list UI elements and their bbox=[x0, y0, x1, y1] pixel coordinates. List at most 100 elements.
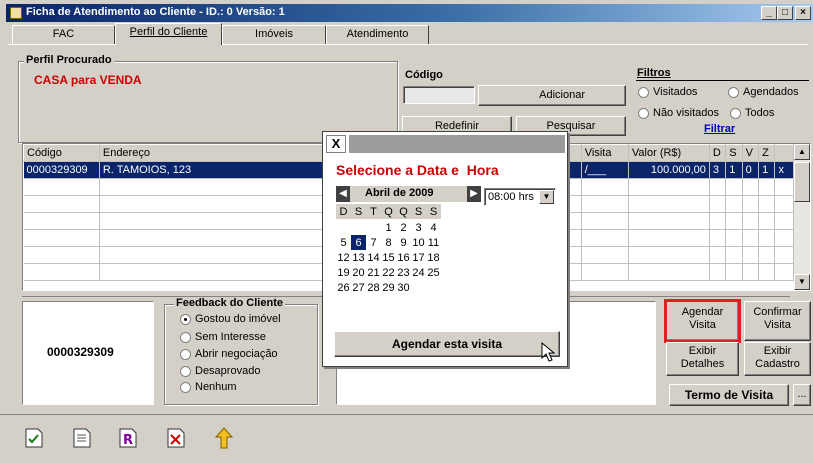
day-cell[interactable]: 9 bbox=[396, 235, 411, 250]
tab-atendimento[interactable]: Atendimento bbox=[326, 25, 429, 44]
scroll-up-icon[interactable]: ▲ bbox=[794, 144, 810, 160]
day-cell[interactable]: 3 bbox=[411, 220, 426, 235]
day-cell[interactable]: 21 bbox=[366, 265, 381, 280]
grid-scrollbar[interactable]: ▲ ▼ bbox=[794, 144, 810, 290]
day-cell[interactable] bbox=[366, 220, 381, 235]
header-s[interactable]: S bbox=[725, 144, 743, 162]
scroll-thumb[interactable] bbox=[794, 162, 810, 202]
popup-close-button[interactable]: X bbox=[326, 135, 346, 153]
header-valor[interactable]: Valor (R$) bbox=[627, 144, 710, 162]
filtro-nao-visitados[interactable]: Não visitados bbox=[638, 107, 719, 119]
time-select[interactable]: 08:00 hrs ▼ bbox=[484, 188, 556, 206]
day-cell[interactable]: 14 bbox=[366, 250, 381, 265]
prev-month-icon[interactable]: ◀ bbox=[336, 186, 350, 202]
feedback-label: Feedback do Cliente bbox=[174, 297, 285, 309]
day-cell[interactable]: 30 bbox=[396, 280, 411, 295]
tab-imoveis[interactable]: Imóveis bbox=[222, 25, 326, 44]
popup-drag-bar[interactable] bbox=[349, 135, 565, 153]
tab-perfil-do-cliente[interactable]: Perfil do Cliente bbox=[115, 23, 222, 45]
filtro-visitados[interactable]: Visitados bbox=[638, 86, 697, 98]
day-cell[interactable]: 11 bbox=[426, 235, 441, 250]
day-cell-selected[interactable]: 6 bbox=[351, 235, 366, 250]
feedback-gostou[interactable]: Gostou do imóvel bbox=[180, 313, 281, 325]
day-cell[interactable]: 4 bbox=[426, 220, 441, 235]
filtro-agendados[interactable]: Agendados bbox=[728, 86, 799, 98]
scroll-down-icon[interactable]: ▼ bbox=[794, 274, 810, 290]
mouse-cursor-icon bbox=[541, 342, 555, 362]
day-cell[interactable]: 22 bbox=[381, 265, 396, 280]
feedback-desaprovado[interactable]: Desaprovado bbox=[180, 365, 260, 377]
confirmar-visita-button[interactable]: Confirmar Visita bbox=[744, 301, 811, 341]
week-row: 5 6 7 8 9 10 11 bbox=[336, 235, 441, 250]
day-cell[interactable]: 5 bbox=[336, 235, 351, 250]
feedback-abrir-negociacao[interactable]: Abrir negociação bbox=[180, 348, 278, 360]
day-cell[interactable]: 13 bbox=[351, 250, 366, 265]
header-d[interactable]: D bbox=[708, 144, 727, 162]
filtros-label: Filtros bbox=[637, 67, 671, 79]
day-cell[interactable] bbox=[426, 280, 441, 295]
day-cell[interactable]: 1 bbox=[381, 220, 396, 235]
day-cell[interactable]: 29 bbox=[381, 280, 396, 295]
more-button[interactable]: ... bbox=[793, 384, 811, 406]
day-cell[interactable]: 24 bbox=[411, 265, 426, 280]
document-icon[interactable] bbox=[70, 426, 94, 450]
day-cell[interactable]: 8 bbox=[381, 235, 396, 250]
radio-icon bbox=[180, 348, 191, 360]
day-cell[interactable] bbox=[336, 220, 351, 235]
cell-extra: x bbox=[774, 161, 794, 179]
day-cell[interactable]: 26 bbox=[336, 280, 351, 295]
perfil-group-label: Perfil Procurado bbox=[24, 54, 114, 66]
agendar-esta-visita-button[interactable]: Agendar esta visita bbox=[334, 331, 560, 357]
header-visita[interactable]: Visita bbox=[580, 144, 629, 162]
week-row: 12 13 14 15 16 17 18 bbox=[336, 250, 441, 265]
codigo-display: 0000329309 bbox=[22, 301, 154, 405]
filtros-rule bbox=[636, 80, 809, 81]
header-z[interactable]: Z bbox=[758, 144, 776, 162]
day-cell[interactable]: 2 bbox=[396, 220, 411, 235]
header-v[interactable]: V bbox=[741, 144, 760, 162]
day-cell[interactable]: 12 bbox=[336, 250, 351, 265]
day-cell[interactable]: 16 bbox=[396, 250, 411, 265]
arrow-up-icon[interactable] bbox=[212, 426, 236, 450]
exibir-cadastro-button[interactable]: Exibir Cadastro bbox=[744, 342, 811, 376]
feedback-nenhum[interactable]: Nenhum bbox=[180, 381, 237, 393]
termo-de-visita-button[interactable]: Termo de Visita bbox=[669, 384, 789, 406]
maximize-button[interactable]: □ bbox=[777, 6, 793, 20]
day-cell[interactable] bbox=[351, 220, 366, 235]
next-month-icon[interactable]: ▶ bbox=[467, 186, 481, 202]
exibir-detalhes-button[interactable]: Exibir Detalhes bbox=[666, 342, 739, 376]
day-cell[interactable]: 10 bbox=[411, 235, 426, 250]
day-cell[interactable]: 15 bbox=[381, 250, 396, 265]
document-x-icon[interactable] bbox=[164, 426, 188, 450]
day-cell[interactable]: 25 bbox=[426, 265, 441, 280]
title-bar[interactable]: Ficha de Atendimento ao Cliente - ID.: 0… bbox=[6, 4, 813, 22]
adicionar-button[interactable]: Adicionar bbox=[478, 85, 626, 106]
document-r-icon[interactable]: R bbox=[116, 426, 140, 450]
agendar-visita-button[interactable]: Agendar Visita bbox=[664, 299, 741, 343]
day-cell[interactable]: 7 bbox=[366, 235, 381, 250]
day-cell[interactable]: 19 bbox=[336, 265, 351, 280]
header-codigo[interactable]: Código bbox=[23, 144, 100, 162]
codigo-input[interactable] bbox=[403, 86, 475, 104]
day-cell[interactable]: 27 bbox=[351, 280, 366, 295]
close-button[interactable]: × bbox=[795, 6, 811, 20]
week-row: 26 27 28 29 30 bbox=[336, 280, 441, 295]
day-cell[interactable]: 17 bbox=[411, 250, 426, 265]
svg-text:R: R bbox=[123, 433, 133, 448]
filtro-todos[interactable]: Todos bbox=[730, 107, 774, 119]
check-document-icon[interactable] bbox=[22, 426, 46, 450]
calendar-grid: DSTQQSS bbox=[336, 204, 441, 219]
day-cell[interactable]: 20 bbox=[351, 265, 366, 280]
weekday-row: DSTQQSS bbox=[339, 205, 438, 218]
day-cell[interactable]: 28 bbox=[366, 280, 381, 295]
day-cell[interactable]: 18 bbox=[426, 250, 441, 265]
perfil-value: CASA para VENDA bbox=[34, 73, 142, 87]
day-cell[interactable] bbox=[411, 280, 426, 295]
chevron-down-icon[interactable]: ▼ bbox=[539, 190, 554, 204]
tab-fac[interactable]: FAC bbox=[12, 25, 115, 44]
cell-v: 0 bbox=[742, 161, 760, 179]
feedback-sem-interesse[interactable]: Sem Interesse bbox=[180, 331, 266, 343]
day-cell[interactable]: 23 bbox=[396, 265, 411, 280]
filtrar-link[interactable]: Filtrar bbox=[704, 123, 735, 135]
minimize-button[interactable]: _ bbox=[761, 6, 777, 20]
